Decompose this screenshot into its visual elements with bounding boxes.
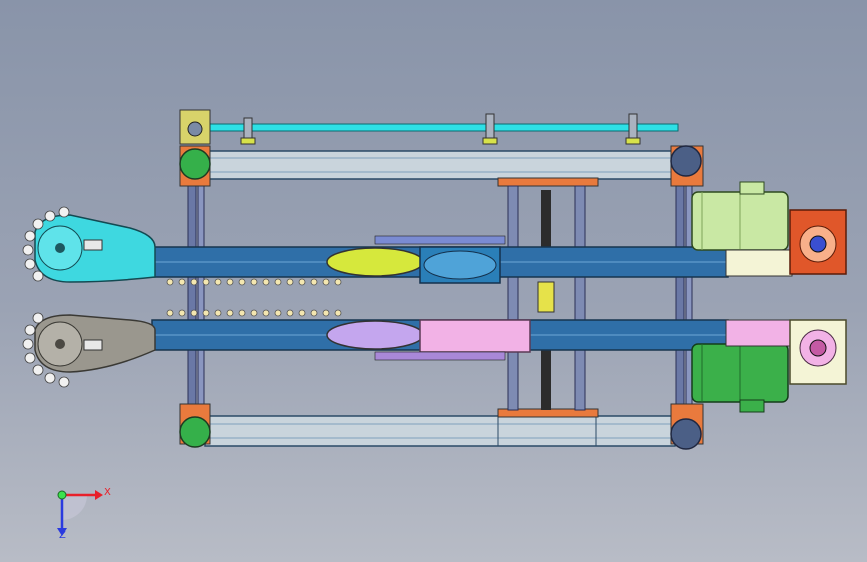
cyan-rod [207, 123, 679, 132]
lower-pulley-chain [374, 351, 506, 361]
triad-z-label: Z [59, 530, 66, 541]
lower-pulley [419, 319, 531, 353]
corner-wheels [179, 145, 704, 450]
upper-conveyor [22, 206, 729, 286]
upper-idler-yellow [326, 247, 424, 277]
frame-bottom-beam [204, 408, 676, 447]
lower-chain-links [166, 309, 342, 317]
upper-chain-links [166, 278, 342, 286]
vertical-columns [187, 179, 693, 413]
lower-conveyor [22, 309, 729, 388]
lower-idler-purple [326, 320, 424, 350]
frame-top-beam [204, 150, 676, 187]
top-rod-assembly [179, 109, 679, 145]
cad-viewport[interactable]: X Z [0, 0, 867, 562]
rod-mount-bearing [187, 121, 203, 137]
upper-pulley-chain [374, 235, 506, 245]
assembly-drawing[interactable] [0, 0, 867, 562]
triad-x-label: X [104, 487, 111, 498]
